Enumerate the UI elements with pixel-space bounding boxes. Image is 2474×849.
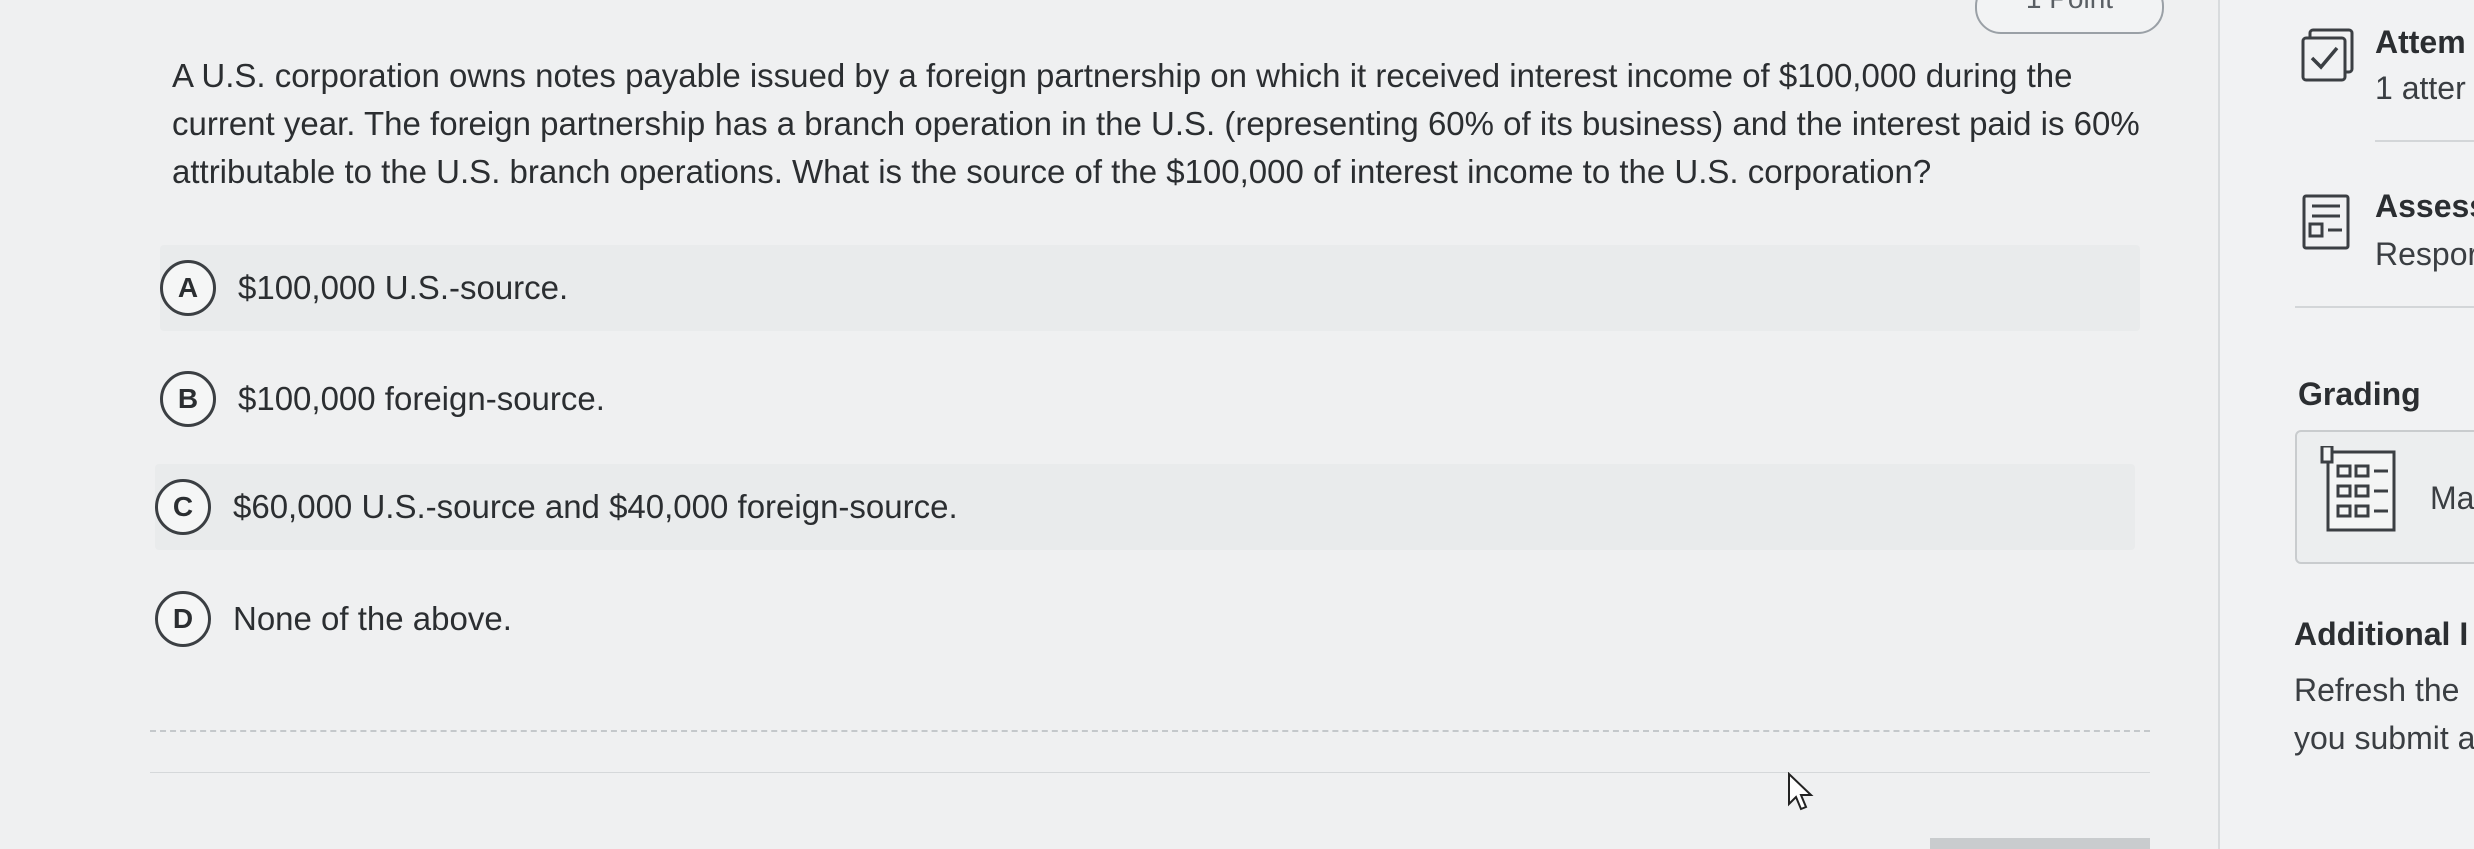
cursor-icon	[1788, 772, 1814, 811]
footer-bar	[1930, 838, 2150, 849]
question-text: A U.S. corporation owns notes payable is…	[172, 57, 2140, 190]
choice-a-text[interactable]: $100,000 U.S.-source.	[238, 269, 568, 307]
choice-c-text[interactable]: $60,000 U.S.-source and $40,000 foreign-…	[233, 488, 958, 526]
choice-c-letter[interactable]: C	[155, 479, 211, 535]
points-badge: 1 Point	[1975, 0, 2164, 34]
grading-table-icon	[2320, 446, 2396, 532]
checkbox-icon	[2301, 28, 2354, 82]
grading-text: Ma	[2430, 480, 2474, 516]
grading-title: Grading	[2298, 376, 2421, 412]
points-label: 1 Point	[2026, 0, 2113, 14]
choice-c[interactable]: C $60,000 U.S.-source and $40,000 foreig…	[155, 464, 2135, 550]
question-panel: 1 Point A U.S. corporation owns notes pa…	[0, 0, 2218, 849]
choice-b-letter[interactable]: B	[160, 371, 216, 427]
choice-b-text[interactable]: $100,000 foreign-source.	[238, 380, 605, 418]
additional-title: Additional I	[2294, 616, 2469, 652]
assessment-title: Assess	[2375, 188, 2474, 224]
divider	[2375, 140, 2474, 142]
choice-d-text[interactable]: None of the above.	[233, 600, 512, 638]
choice-a[interactable]: A $100,000 U.S.-source.	[160, 245, 2140, 331]
attempts-text: 1 atter	[2375, 70, 2466, 106]
choice-d[interactable]: D None of the above.	[155, 576, 2135, 662]
choice-a-letter[interactable]: A	[160, 260, 216, 316]
choice-d-letter[interactable]: D	[155, 591, 211, 647]
assessment-icon	[2302, 194, 2350, 250]
divider	[150, 730, 2150, 732]
divider	[150, 772, 2150, 773]
divider	[2295, 306, 2474, 308]
additional-line-2: you submit a	[2294, 720, 2474, 756]
choice-b[interactable]: B $100,000 foreign-source.	[160, 356, 2140, 442]
attempts-title: Attem	[2375, 24, 2466, 60]
additional-line-1: Refresh the	[2294, 672, 2460, 708]
assessment-text: Respor	[2375, 236, 2474, 272]
details-sidebar: Attem 1 atter Assess Respor Grading Ma A…	[2218, 0, 2474, 849]
